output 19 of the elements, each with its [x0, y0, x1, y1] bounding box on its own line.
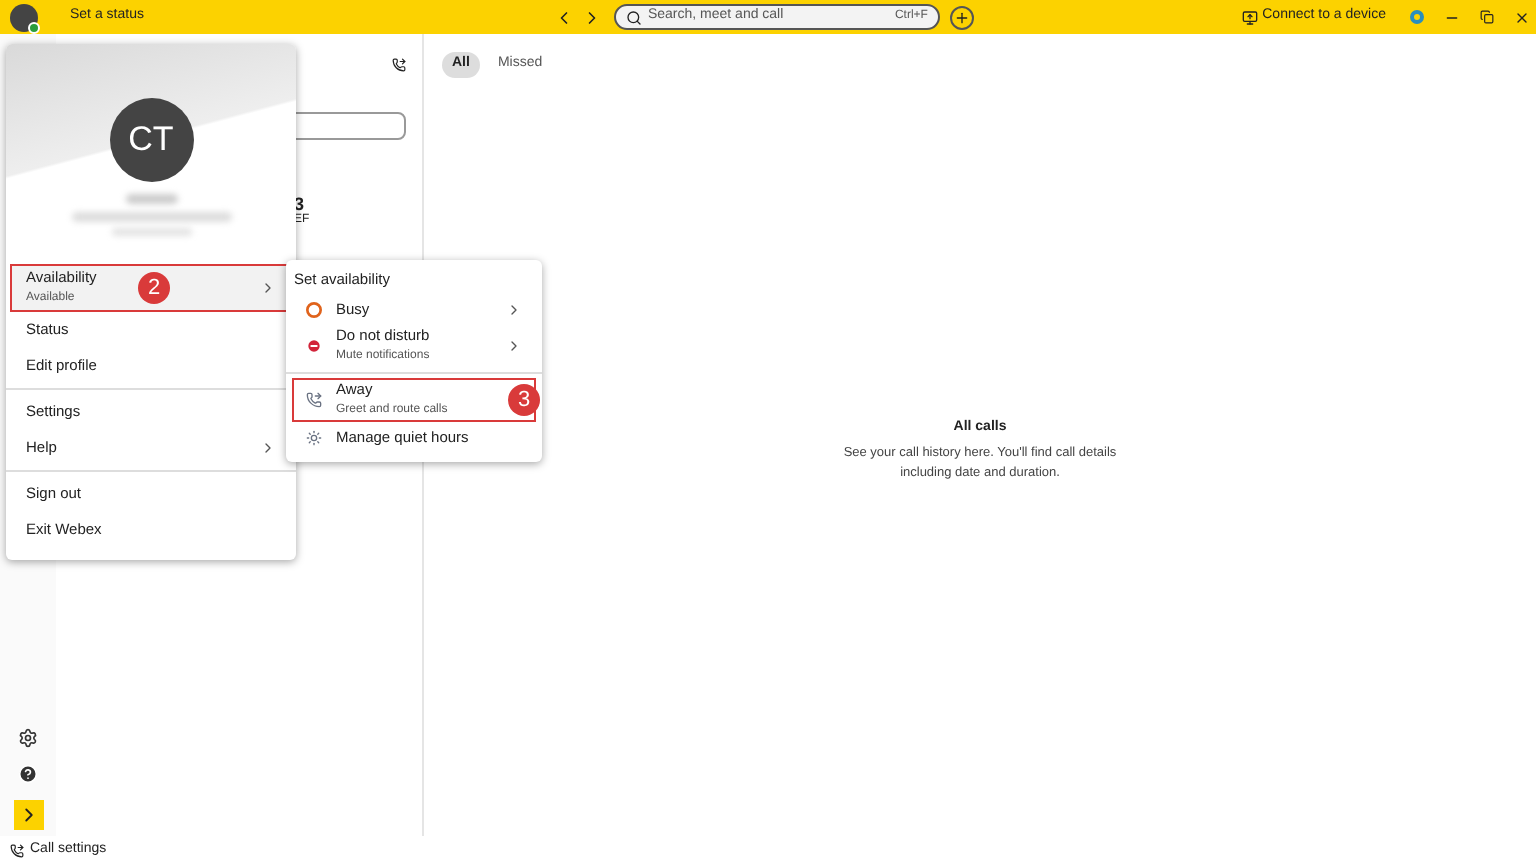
expand-button[interactable] [13, 800, 43, 830]
device-icon [1242, 9, 1259, 25]
quiet-hours-icon [306, 429, 322, 446]
settings-icon[interactable] [18, 728, 38, 748]
help-icon[interactable] [18, 764, 38, 784]
do-not-disturb-icon [306, 338, 322, 355]
busy-status-icon [306, 301, 322, 318]
phone-forward-icon [10, 843, 24, 857]
avatar-initials: CT [109, 98, 193, 182]
avatar-icon[interactable] [10, 3, 38, 31]
phone-forward-icon [306, 392, 322, 409]
restore-icon[interactable] [1480, 10, 1494, 24]
step-badge: 2 [138, 272, 170, 304]
search-icon [625, 9, 642, 25]
close-icon[interactable] [1514, 9, 1530, 25]
step-badge: 3 [508, 384, 540, 417]
add-button[interactable] [949, 5, 974, 29]
phone-forward-icon[interactable] [392, 58, 406, 72]
blurred-name [125, 194, 177, 204]
